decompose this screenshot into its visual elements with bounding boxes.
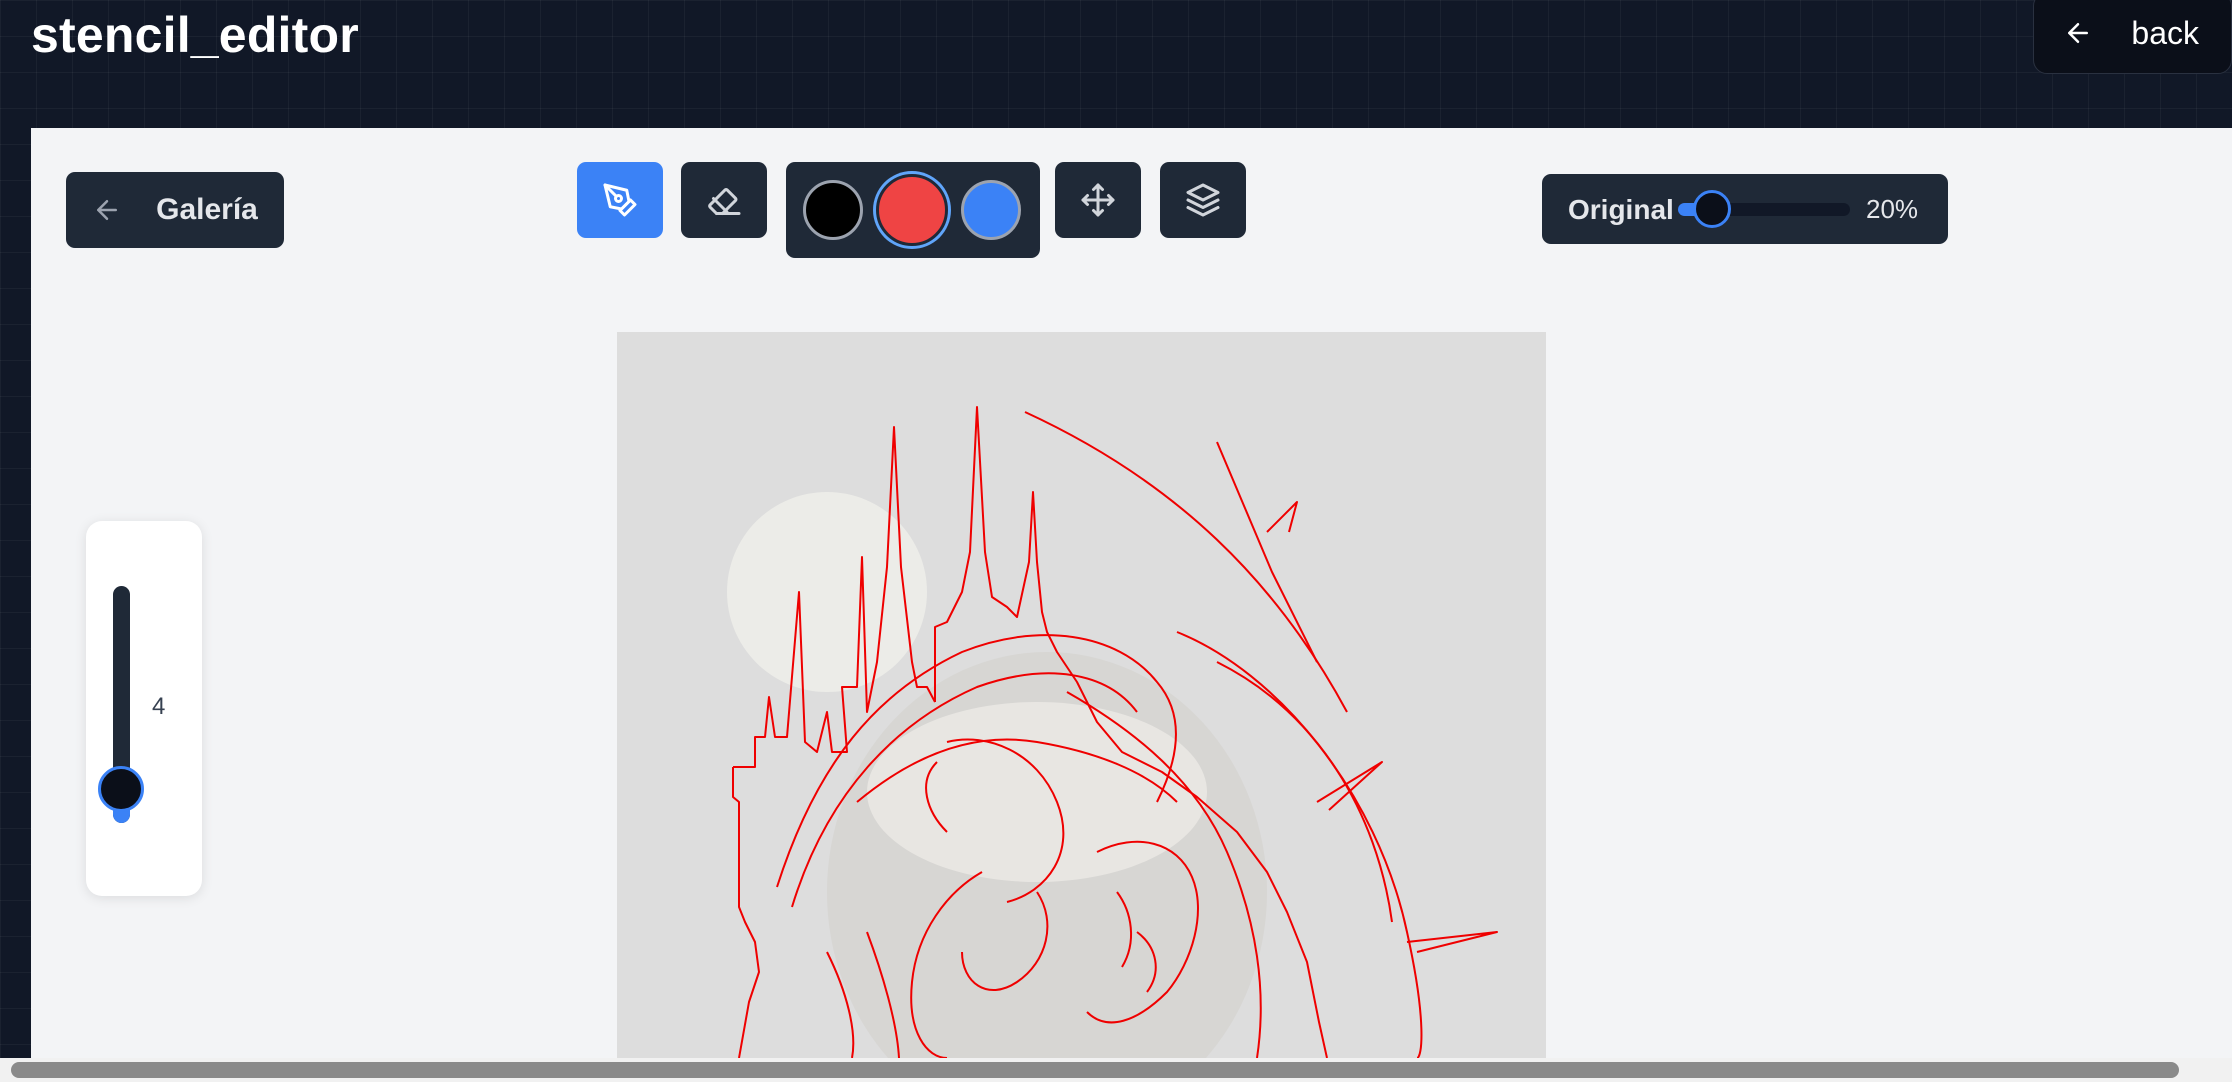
editor-workspace: Galería Original 20% 4 — [31, 128, 2232, 1058]
opacity-slider-thumb[interactable] — [1693, 190, 1732, 228]
eraser-icon — [708, 188, 741, 215]
layers-tool-button[interactable] — [1160, 162, 1246, 238]
horizontal-scrollbar-thumb[interactable] — [11, 1062, 2179, 1078]
eraser-tool-button[interactable] — [681, 162, 767, 238]
color-swatch-red[interactable] — [876, 174, 948, 246]
color-swatch-black[interactable] — [803, 180, 863, 240]
pen-tool-button[interactable] — [577, 162, 663, 238]
back-button-label: back — [2131, 14, 2199, 51]
original-opacity-label: Original — [1568, 194, 1674, 225]
brush-size-slider[interactable] — [98, 586, 144, 823]
move-icon — [1081, 183, 1115, 217]
app-title: stencil_editor — [31, 7, 359, 63]
color-swatch-blue[interactable] — [961, 180, 1021, 240]
original-opacity-value: 20% — [1866, 194, 1919, 224]
brush-size-value: 4 — [152, 693, 166, 720]
arrow-left-icon — [97, 200, 118, 220]
stencil-drawing — [617, 332, 1546, 1058]
original-opacity-panel: Original 20% — [1542, 174, 1948, 244]
color-palette — [786, 162, 1040, 258]
layers-icon — [1186, 183, 1220, 217]
horizontal-scrollbar[interactable] — [0, 1058, 2232, 1082]
brush-size-thumb[interactable] — [98, 766, 144, 813]
gallery-button[interactable]: Galería — [66, 172, 284, 248]
brush-size-panel: 4 — [86, 521, 202, 896]
move-tool-button[interactable] — [1055, 162, 1141, 238]
original-opacity-slider[interactable] — [1678, 190, 1850, 228]
moon-shape — [727, 492, 927, 692]
stencil-canvas[interactable] — [617, 332, 1546, 1058]
pen-tool-icon — [603, 183, 637, 217]
gallery-button-label: Galería — [156, 193, 258, 226]
back-button[interactable]: back — [2033, 0, 2232, 74]
arrow-left-icon — [2068, 23, 2089, 43]
